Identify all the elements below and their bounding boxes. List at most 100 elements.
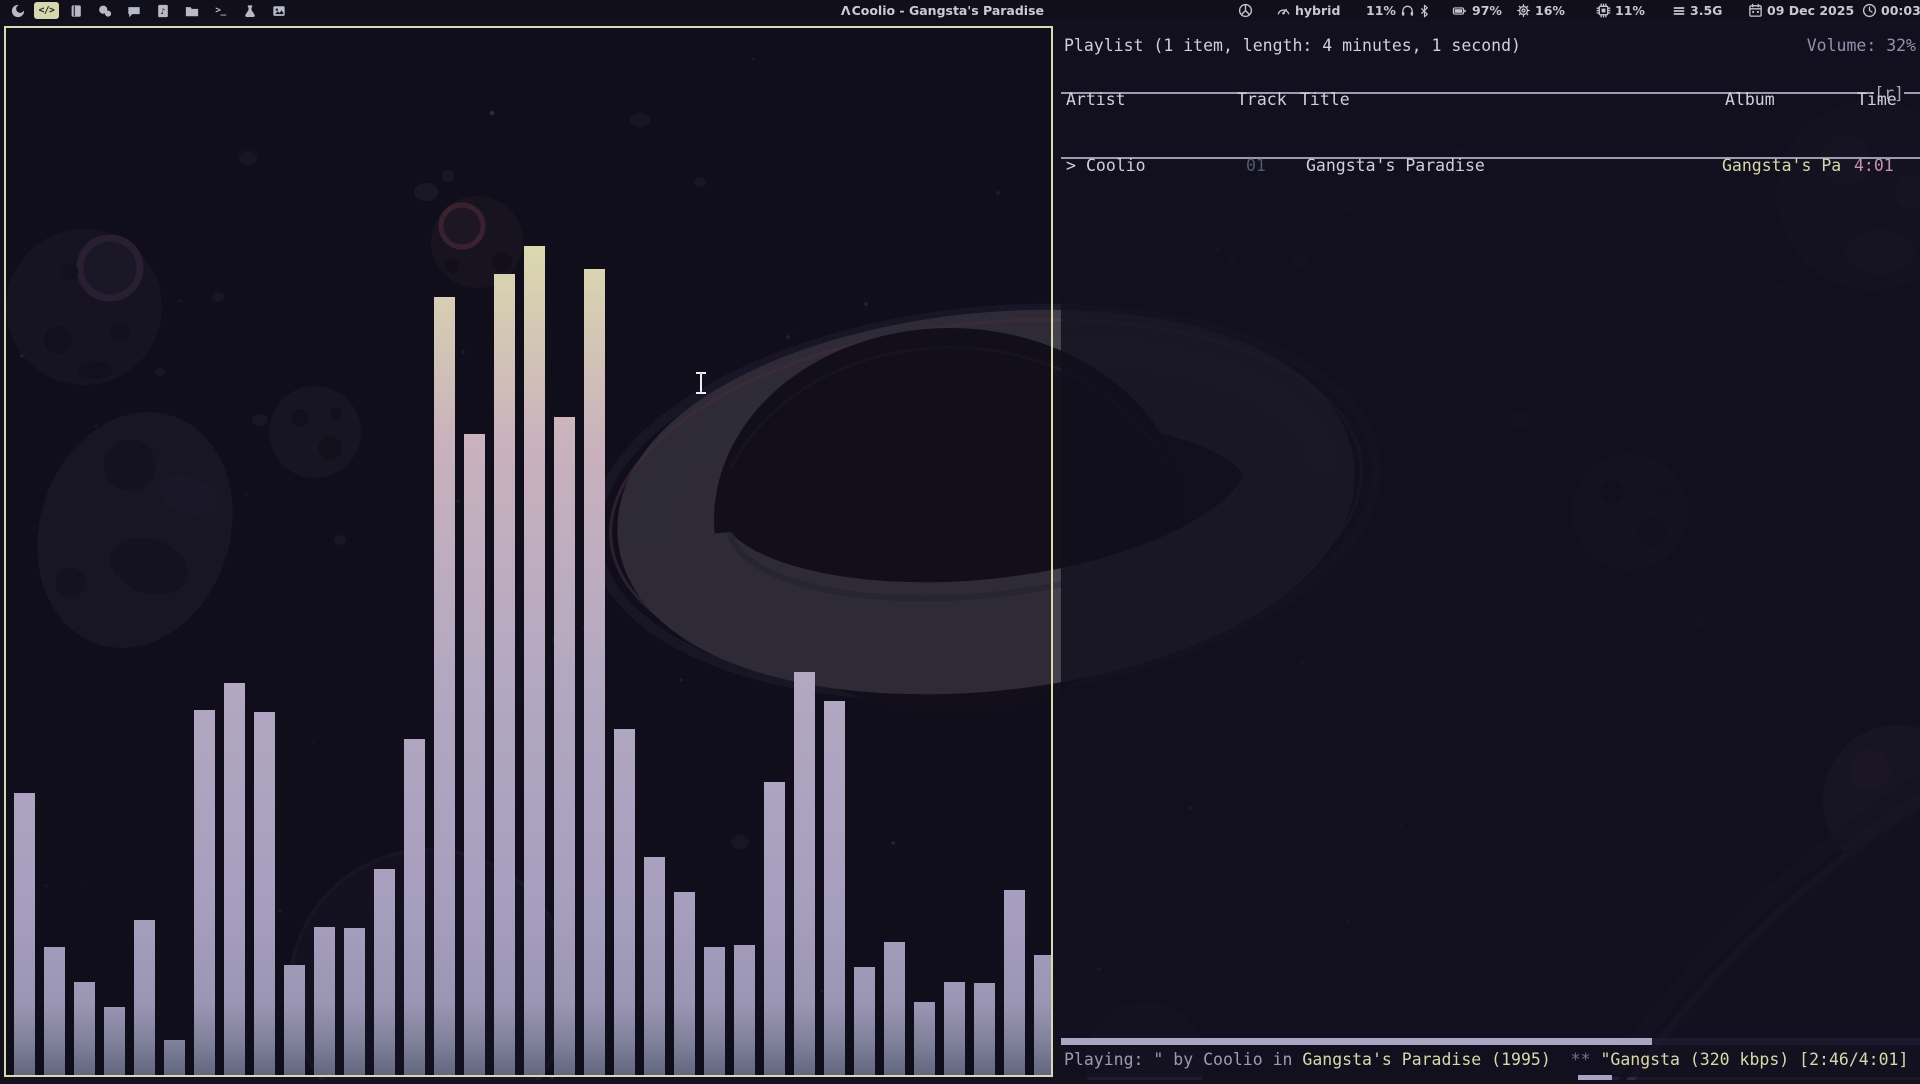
row-track: 01: [1246, 155, 1266, 177]
viz-bar: [104, 1007, 125, 1075]
date-label: 09 Dec 2025: [1767, 3, 1854, 18]
row-title: Gangsta's Paradise: [1306, 155, 1485, 177]
book-icon: [69, 4, 83, 18]
viz-bar: [284, 965, 305, 1075]
tray-power-profile[interactable]: hybrid: [1276, 0, 1340, 21]
tray-battery[interactable]: 97%: [1452, 0, 1502, 21]
headphones-icon: [1400, 3, 1415, 18]
text-cursor: [694, 372, 708, 394]
clock-label: 00:03: [1881, 3, 1920, 18]
row-album: Gangsta's Pa: [1722, 155, 1841, 177]
gear-icon: [1516, 3, 1531, 18]
visualizer-window[interactable]: [4, 26, 1053, 1077]
image-icon: [272, 4, 286, 18]
viz-bar: [344, 928, 365, 1075]
workspace-book[interactable]: [61, 0, 90, 21]
memory-label: 3.5G: [1690, 3, 1722, 18]
workspace-gears[interactable]: [90, 0, 119, 21]
chat-icon: [127, 4, 141, 18]
volume-indicator: Volume: 32%: [1807, 35, 1916, 57]
tray-audio[interactable]: 11%: [1366, 0, 1430, 21]
status-bar: </> ♪ >_: [0, 0, 1920, 21]
tray-cpu[interactable]: 11%: [1596, 0, 1645, 21]
col-time: Time: [1857, 89, 1897, 111]
tray-memory[interactable]: 3.5G: [1672, 0, 1722, 21]
row-time: 4:01: [1854, 155, 1894, 177]
viz-bar: [44, 947, 65, 1075]
partial-line-strip: [1578, 1075, 1612, 1080]
visualizer-bars: [6, 28, 1051, 1075]
viz-bar: [1034, 955, 1053, 1075]
playlist-summary: Playlist (1 item, length: 4 minutes, 1 s…: [1064, 35, 1521, 57]
viz-bar: [74, 982, 95, 1075]
tray-gear[interactable]: 16%: [1516, 0, 1565, 21]
svg-text:♪: ♪: [160, 7, 165, 16]
code-icon: </>: [39, 5, 55, 16]
progress-bar[interactable]: [1061, 1038, 1920, 1045]
viz-bar: [374, 869, 395, 1075]
viz-bar: [254, 712, 275, 1075]
progress-fill: [1061, 1038, 1652, 1045]
playlist-header: Artist Track Title Album Time: [1061, 89, 1920, 111]
viz-bar: [554, 417, 575, 1075]
workspace-flask[interactable]: [235, 0, 264, 21]
player-glyph-icon: Λ: [841, 3, 851, 18]
row-artist: Coolio: [1086, 155, 1146, 177]
network-icon: [1238, 3, 1253, 18]
gears-icon: [98, 4, 112, 18]
workspace-chat[interactable]: [119, 0, 148, 21]
cpu-icon: [1596, 3, 1611, 18]
tray-clock[interactable]: 00:03: [1862, 0, 1920, 21]
memory-icon: [1672, 4, 1686, 18]
viz-bar: [404, 739, 425, 1075]
folder-icon: [185, 4, 199, 18]
gear-label: 16%: [1535, 3, 1565, 18]
viz-bar: [674, 892, 695, 1075]
workspace-image[interactable]: [264, 0, 293, 21]
workspace-moon[interactable]: [3, 0, 32, 21]
viz-bar: [734, 945, 755, 1075]
status-segment: Playing: " by Coolio in: [1064, 1050, 1302, 1069]
viz-bar: [464, 434, 485, 1075]
viz-bar: [134, 920, 155, 1075]
viz-bar: [1004, 890, 1025, 1075]
music-file-icon: ♪: [156, 4, 170, 18]
row-cursor: >: [1066, 155, 1076, 177]
status-line: Playing: " by Coolio in Gangsta's Paradi…: [1064, 1049, 1908, 1071]
workspace-music-file[interactable]: ♪: [148, 0, 177, 21]
viz-bar: [164, 1040, 185, 1075]
viz-bar: [944, 982, 965, 1075]
viz-bar: [854, 967, 875, 1075]
cpu-label: 11%: [1615, 3, 1645, 18]
viz-bar: [704, 947, 725, 1075]
viz-bar: [614, 729, 635, 1075]
viz-bar: [974, 983, 995, 1075]
desktop: { "topbar": { "title_icon": "Λ", "title"…: [0, 0, 1920, 1080]
music-player-window[interactable]: Playlist (1 item, length: 4 minutes, 1 s…: [1061, 26, 1920, 1077]
tray-network[interactable]: [1238, 0, 1253, 21]
flask-icon: [243, 4, 257, 18]
viz-bar: [584, 269, 605, 1075]
window-title: ΛCoolio - Gangsta's Paradise: [841, 0, 1044, 21]
col-album: Album: [1725, 89, 1775, 111]
viz-bar: [314, 927, 335, 1075]
audio-volume-label: 11%: [1366, 3, 1396, 18]
viz-bar: [524, 246, 545, 1075]
moon-icon: [11, 4, 25, 18]
viz-bar: [884, 942, 905, 1075]
clock-icon: [1862, 3, 1877, 18]
terminal-icon: >_: [215, 5, 225, 16]
viz-bar: [794, 672, 815, 1075]
workspace-code[interactable]: </>: [32, 0, 61, 21]
workspace-folder[interactable]: [177, 0, 206, 21]
workspace-strip: </> ♪ >_: [3, 0, 293, 21]
viz-bar: [434, 297, 455, 1075]
battery-icon: [1452, 4, 1468, 18]
viz-bar: [764, 782, 785, 1075]
col-title: Title: [1300, 89, 1350, 111]
power-profile-label: hybrid: [1295, 3, 1340, 18]
playlist-row[interactable]: > Coolio 01 Gangsta's Paradise Gangsta's…: [1061, 155, 1920, 177]
workspace-terminal[interactable]: >_: [206, 0, 235, 21]
status-segment: Gangsta's Paradise (1995): [1302, 1050, 1550, 1069]
tray-date[interactable]: 09 Dec 2025: [1748, 0, 1854, 21]
